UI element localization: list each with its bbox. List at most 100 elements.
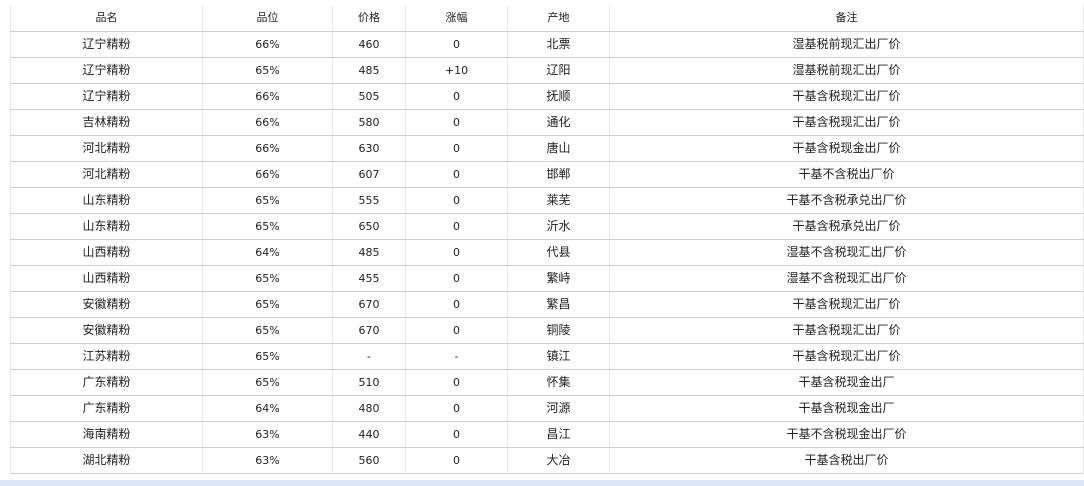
header-remark: 备注 <box>609 5 1084 32</box>
cell-grade: 66% <box>202 161 333 188</box>
table-row: 广东精粉 64% 480 0 河源 干基含税现金出厂 <box>10 395 1084 422</box>
price-table-container: 品名 品位 价格 涨幅 产地 备注 辽宁精粉 66% 460 0 北票 湿基税前现汇出厂价 辽宁精粉 6… <box>10 5 1084 474</box>
cell-product-name: 广东精粉 <box>10 369 203 396</box>
cell-origin: 沂水 <box>507 213 610 240</box>
cell-change: 0 <box>405 31 508 58</box>
cell-change: 0 <box>405 291 508 318</box>
cell-change: 0 <box>405 135 508 162</box>
header-grade: 品位 <box>202 5 333 32</box>
cell-change: 0 <box>405 187 508 214</box>
cell-remark: 湿基税前现汇出厂价 <box>609 31 1084 58</box>
cell-price: 670 <box>332 317 406 344</box>
cell-price: 555 <box>332 187 406 214</box>
header-product-name: 品名 <box>10 5 203 32</box>
cell-remark: 干基含税现汇出厂价 <box>609 291 1084 318</box>
cell-price: 460 <box>332 31 406 58</box>
cell-product-name: 安徽精粉 <box>10 317 203 344</box>
cell-change: 0 <box>405 369 508 396</box>
cell-product-name: 河北精粉 <box>10 161 203 188</box>
cell-grade: 66% <box>202 109 333 136</box>
cell-product-name: 河北精粉 <box>10 135 203 162</box>
cell-origin: 通化 <box>507 109 610 136</box>
iron-ore-price-table: 品名 品位 价格 涨幅 产地 备注 辽宁精粉 66% 460 0 北票 湿基税前现汇出厂价 辽宁精粉 6… <box>10 5 1084 474</box>
header-price: 价格 <box>332 5 406 32</box>
cell-remark: 湿基不含税现汇出厂价 <box>609 265 1084 292</box>
cell-origin: 铜陵 <box>507 317 610 344</box>
cell-origin: 莱芜 <box>507 187 610 214</box>
cell-change: 0 <box>405 447 508 474</box>
cell-change: 0 <box>405 83 508 110</box>
cell-price: 607 <box>332 161 406 188</box>
table-row: 河北精粉 66% 630 0 唐山 干基含税现金出厂价 <box>10 135 1084 162</box>
cell-remark: 干基含税现金出厂 <box>609 395 1084 422</box>
cell-grade: 66% <box>202 135 333 162</box>
cell-grade: 63% <box>202 421 333 448</box>
cell-grade: 64% <box>202 395 333 422</box>
cell-origin: 繁昌 <box>507 291 610 318</box>
header-change: 涨幅 <box>405 5 508 32</box>
cell-product-name: 湖北精粉 <box>10 447 203 474</box>
cell-origin: 繁峙 <box>507 265 610 292</box>
cell-change: 0 <box>405 161 508 188</box>
cell-origin: 唐山 <box>507 135 610 162</box>
table-row: 山西精粉 65% 455 0 繁峙 湿基不含税现汇出厂价 <box>10 265 1084 292</box>
table-row: 山东精粉 65% 650 0 沂水 干基含税承兑出厂价 <box>10 213 1084 240</box>
cell-remark: 干基含税现金出厂 <box>609 369 1084 396</box>
cell-change: +10 <box>405 57 508 84</box>
cell-product-name: 安徽精粉 <box>10 291 203 318</box>
cell-change: 0 <box>405 239 508 266</box>
cell-remark: 干基含税出厂价 <box>609 447 1084 474</box>
cell-remark: 湿基不含税现汇出厂价 <box>609 239 1084 266</box>
cell-price: 580 <box>332 109 406 136</box>
cell-grade: 65% <box>202 291 333 318</box>
cell-product-name: 辽宁精粉 <box>10 57 203 84</box>
cell-grade: 66% <box>202 83 333 110</box>
cell-price: 440 <box>332 421 406 448</box>
cell-origin: 大冶 <box>507 447 610 474</box>
cell-grade: 66% <box>202 31 333 58</box>
cell-grade: 65% <box>202 369 333 396</box>
table-row: 广东精粉 65% 510 0 怀集 干基含税现金出厂 <box>10 369 1084 396</box>
cell-grade: 65% <box>202 187 333 214</box>
cell-remark: 干基含税承兑出厂价 <box>609 213 1084 240</box>
cell-grade: 65% <box>202 265 333 292</box>
cell-change: 0 <box>405 213 508 240</box>
table-row: 山西精粉 64% 485 0 代县 湿基不含税现汇出厂价 <box>10 239 1084 266</box>
table-row: 吉林精粉 66% 580 0 通化 干基含税现汇出厂价 <box>10 109 1084 136</box>
cell-origin: 辽阳 <box>507 57 610 84</box>
cell-remark: 干基含税现汇出厂价 <box>609 83 1084 110</box>
cell-remark: 干基不含税承兑出厂价 <box>609 187 1084 214</box>
cell-product-name: 山东精粉 <box>10 213 203 240</box>
cell-remark: 干基含税现汇出厂价 <box>609 317 1084 344</box>
table-body: 辽宁精粉 66% 460 0 北票 湿基税前现汇出厂价 辽宁精粉 65% 485 +10 辽阳 湿基税… <box>10 31 1084 474</box>
cell-grade: 65% <box>202 57 333 84</box>
cell-price: 485 <box>332 239 406 266</box>
cell-grade: 65% <box>202 317 333 344</box>
cell-product-name: 山东精粉 <box>10 187 203 214</box>
cell-product-name: 山西精粉 <box>10 265 203 292</box>
cell-remark: 干基含税现金出厂价 <box>609 135 1084 162</box>
cell-price: 630 <box>332 135 406 162</box>
cell-change: 0 <box>405 265 508 292</box>
cell-origin: 北票 <box>507 31 610 58</box>
cell-change: 0 <box>405 109 508 136</box>
cell-price: 510 <box>332 369 406 396</box>
cell-remark: 干基含税现汇出厂价 <box>609 109 1084 136</box>
cell-origin: 邯郸 <box>507 161 610 188</box>
cell-price: 650 <box>332 213 406 240</box>
cell-change: 0 <box>405 421 508 448</box>
cell-price: - <box>332 343 406 370</box>
cell-product-name: 广东精粉 <box>10 395 203 422</box>
cell-price: 480 <box>332 395 406 422</box>
cell-grade: 64% <box>202 239 333 266</box>
cell-price: 485 <box>332 57 406 84</box>
table-row: 河北精粉 66% 607 0 邯郸 干基不含税出厂价 <box>10 161 1084 188</box>
cell-change: - <box>405 343 508 370</box>
table-row: 辽宁精粉 66% 460 0 北票 湿基税前现汇出厂价 <box>10 31 1084 58</box>
table-row: 海南精粉 63% 440 0 昌江 干基不含税现金出厂价 <box>10 421 1084 448</box>
cell-origin: 河源 <box>507 395 610 422</box>
bottom-scroll-bar <box>0 480 1084 486</box>
cell-price: 560 <box>332 447 406 474</box>
cell-product-name: 吉林精粉 <box>10 109 203 136</box>
cell-product-name: 山西精粉 <box>10 239 203 266</box>
